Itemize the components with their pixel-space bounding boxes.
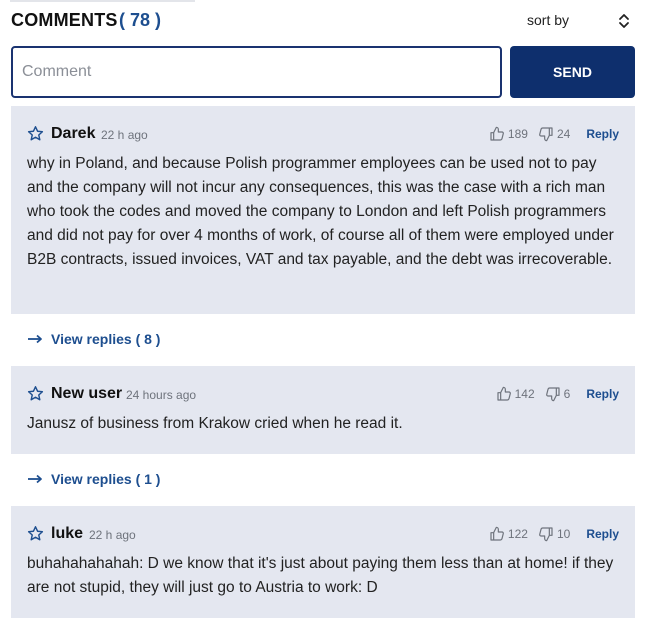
thumbs-up-icon[interactable] [489, 126, 505, 142]
arrow-right-icon [28, 334, 42, 344]
comment-author: luke [51, 525, 84, 542]
view-replies-label: View replies ( 8 ) [51, 331, 161, 347]
dislike-count: 24 [556, 127, 571, 141]
comment-author: New user [51, 385, 123, 402]
thumbs-down-icon[interactable] [545, 386, 561, 402]
comment-input[interactable] [11, 46, 502, 98]
send-button[interactable]: SEND [510, 46, 635, 98]
comments-title: COMMENTS [11, 10, 118, 30]
comments-count: ( 78 ) [119, 10, 162, 30]
thumbs-up-icon[interactable] [496, 386, 512, 402]
comment-header: luke 22 h ago 122 10 Reply [11, 506, 635, 558]
sort-by-label[interactable]: sort by [527, 12, 569, 28]
top-divider [10, 0, 195, 2]
comment-votes: 142 6 Reply [496, 386, 619, 402]
comment-votes: 189 24 Reply [489, 126, 619, 142]
reply-button[interactable]: Reply [586, 387, 619, 401]
dislike-button[interactable]: 24 [538, 126, 570, 142]
reply-button[interactable]: Reply [586, 527, 619, 541]
like-count: 142 [514, 387, 535, 401]
view-replies-link[interactable]: View replies ( 1 ) [27, 471, 160, 487]
dislike-button[interactable]: 10 [538, 526, 570, 542]
comment-card: Darek 22 h ago 189 24 Reply why in Polan… [11, 106, 635, 314]
comment-body: why in Poland, and because Polish progra… [27, 155, 614, 268]
star-icon[interactable] [27, 525, 44, 542]
like-count: 122 [507, 527, 528, 541]
star-icon[interactable] [27, 385, 44, 402]
like-button[interactable]: 142 [496, 386, 535, 402]
view-replies-link[interactable]: View replies ( 8 ) [27, 331, 160, 347]
dislike-button[interactable]: 6 [545, 386, 571, 402]
thumbs-down-icon[interactable] [538, 126, 554, 142]
comment-time: 22 h ago [101, 128, 148, 142]
comment-body: Janusz of business from Krakow cried whe… [27, 415, 403, 432]
dislike-count: 10 [556, 527, 571, 541]
comments-header: COMMENTS ( 78 ) sort by [11, 8, 635, 34]
comment-header: New user 24 hours ago 142 6 Reply [11, 366, 635, 418]
comment-time: 22 h ago [89, 528, 136, 542]
thumbs-up-icon[interactable] [489, 526, 505, 542]
like-count: 189 [507, 127, 528, 141]
comment-votes: 122 10 Reply [489, 526, 619, 542]
comment-card: New user 24 hours ago 142 6 Reply Janusz… [11, 366, 635, 454]
arrow-right-icon [28, 474, 42, 484]
view-replies-label: View replies ( 1 ) [51, 471, 161, 487]
dislike-count: 6 [563, 387, 571, 401]
comment-header: Darek 22 h ago 189 24 Reply [11, 106, 635, 158]
star-icon[interactable] [27, 125, 44, 142]
chevron-up-down-icon[interactable] [617, 11, 631, 31]
thumbs-down-icon[interactable] [538, 526, 554, 542]
comment-time: 24 hours ago [126, 388, 197, 402]
like-button[interactable]: 122 [489, 526, 528, 542]
comment-body: buhahahahahah: D we know that it's just … [27, 555, 614, 596]
comment-author: Darek [51, 125, 96, 142]
reply-button[interactable]: Reply [586, 127, 619, 141]
comment-card: luke 22 h ago 122 10 Reply buhahahahahah… [11, 506, 635, 618]
like-button[interactable]: 189 [489, 126, 528, 142]
